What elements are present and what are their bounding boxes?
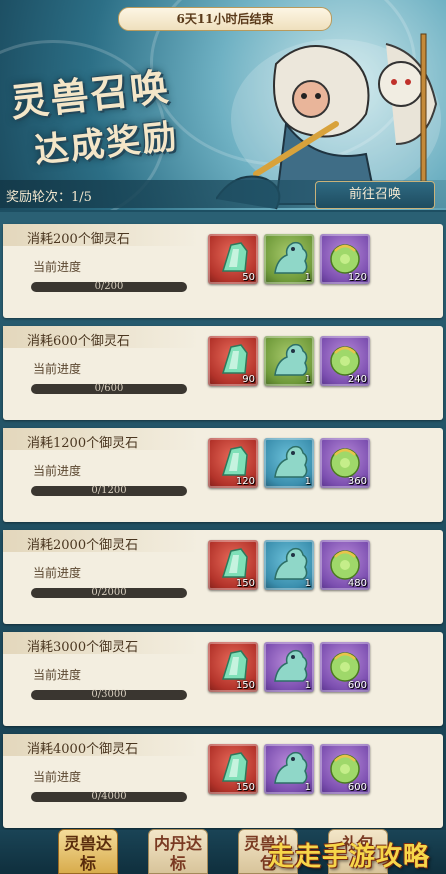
- reward-quantity: 1: [304, 782, 311, 793]
- progress-label: 当前进度: [33, 362, 82, 376]
- reward-quantity: 1: [304, 578, 311, 589]
- reward-quantity: 1: [304, 272, 311, 283]
- tab-core-goal[interactable]: 内丹达标: [148, 829, 208, 874]
- progress-text: 0/2000: [91, 587, 127, 598]
- task-title: 消耗3000个御灵石: [27, 640, 139, 655]
- task-card: 消耗2000个御灵石当前进度 0/2000 150 1 480: [3, 530, 443, 624]
- watermark-logo: 走走手游攻略: [268, 842, 431, 872]
- reward-item[interactable]: 1: [264, 744, 314, 794]
- task-card: 消耗4000个御灵石当前进度 0/4000 150 1 600: [3, 734, 443, 828]
- spirit-stone-icon: [221, 446, 248, 476]
- progress-text: 0/600: [94, 383, 124, 394]
- reward-quantity: 360: [347, 476, 367, 487]
- reward-item[interactable]: 1: [264, 540, 314, 590]
- progress-label: 当前进度: [33, 566, 82, 580]
- task-card: 消耗600个御灵石当前进度 0/600 90 1 240: [3, 326, 443, 420]
- reward-quantity: 90: [242, 374, 255, 385]
- reward-quantity: 1: [304, 476, 311, 487]
- reward-item[interactable]: 150: [208, 642, 258, 692]
- reward-item[interactable]: 50: [208, 234, 258, 284]
- progress-text: 0/1200: [91, 485, 127, 496]
- beast-figure-icon: [274, 241, 308, 274]
- task-title: 消耗2000个御灵石: [27, 538, 139, 553]
- progress-label: 当前进度: [33, 260, 82, 274]
- task-card: 消耗200个御灵石当前进度 0/200 50 1 120: [3, 224, 443, 318]
- task-title: 消耗1200个御灵石: [27, 436, 139, 451]
- reward-quantity: 1: [304, 374, 311, 385]
- task-title: 消耗200个御灵石: [27, 232, 130, 247]
- reward-quantity: 240: [347, 374, 367, 385]
- spirit-stone-icon: [221, 548, 248, 578]
- reward-quantity: 150: [235, 680, 255, 691]
- progress-text: 0/3000: [91, 689, 127, 700]
- reward-quantity: 50: [242, 272, 255, 283]
- reward-item[interactable]: 360: [320, 438, 370, 488]
- beast-figure-icon: [274, 445, 308, 478]
- spirit-pouch-icon: [330, 244, 360, 274]
- spirit-pouch-icon: [330, 652, 360, 682]
- spirit-stone-icon: [221, 752, 248, 782]
- spirit-pouch-icon: [330, 754, 360, 784]
- reward-quantity: 480: [347, 578, 367, 589]
- reward-item[interactable]: 240: [320, 336, 370, 386]
- go-summon-button[interactable]: 前往召唤: [315, 181, 435, 209]
- spirit-pouch-icon: [330, 346, 360, 376]
- reward-quantity: 600: [347, 680, 367, 691]
- reward-item[interactable]: 600: [320, 744, 370, 794]
- spirit-stone-icon: [221, 242, 248, 272]
- spirit-stone-icon: [221, 344, 248, 374]
- reward-item[interactable]: 1: [264, 234, 314, 284]
- reward-quantity: 150: [235, 782, 255, 793]
- beast-figure-icon: [274, 547, 308, 580]
- event-timer: 6天11小时后结束: [118, 7, 332, 31]
- reward-item[interactable]: 150: [208, 744, 258, 794]
- reward-quantity: 600: [347, 782, 367, 793]
- progress-text: 0/4000: [91, 791, 127, 802]
- spirit-pouch-icon: [330, 550, 360, 580]
- tab-beast-goal[interactable]: 灵兽达标: [58, 829, 118, 874]
- task-title: 消耗600个御灵石: [27, 334, 130, 349]
- reward-item[interactable]: 90: [208, 336, 258, 386]
- reward-item[interactable]: 480: [320, 540, 370, 590]
- reward-item[interactable]: 120: [320, 234, 370, 284]
- task-card: 消耗3000个御灵石当前进度 0/3000 150 1 600: [3, 632, 443, 726]
- task-card: 消耗1200个御灵石当前进度 0/1200 120 1 360: [3, 428, 443, 522]
- beast-figure-icon: [274, 751, 308, 784]
- reward-item[interactable]: 1: [264, 336, 314, 386]
- reward-quantity: 1: [304, 680, 311, 691]
- task-title: 消耗4000个御灵石: [27, 742, 139, 757]
- progress-label: 当前进度: [33, 464, 82, 478]
- reward-quantity: 150: [235, 578, 255, 589]
- reward-item[interactable]: 1: [264, 642, 314, 692]
- reward-item[interactable]: 1: [264, 438, 314, 488]
- reward-list[interactable]: 消耗200个御灵石 当前进度 0/200 50 1 120 消耗600个御灵石 当前进度 0/6…: [0, 212, 446, 832]
- beast-figure-icon: [274, 343, 308, 376]
- spirit-pouch-icon: [330, 448, 360, 478]
- reward-quantity: 120: [235, 476, 255, 487]
- reward-round-label: 奖励轮次：1/5: [6, 190, 92, 205]
- reward-quantity: 120: [347, 272, 367, 283]
- spirit-stone-icon: [221, 650, 248, 680]
- reward-item[interactable]: 150: [208, 540, 258, 590]
- progress-label: 当前进度: [33, 668, 82, 682]
- progress-text: 0/200: [94, 281, 124, 292]
- event-banner: 6天11小时后结束 灵兽召唤 达成奖励 奖励轮次：1/5 前往召唤: [0, 0, 446, 210]
- beast-figure-icon: [274, 649, 308, 682]
- progress-label: 当前进度: [33, 770, 82, 784]
- reward-item[interactable]: 120: [208, 438, 258, 488]
- reward-item[interactable]: 600: [320, 642, 370, 692]
